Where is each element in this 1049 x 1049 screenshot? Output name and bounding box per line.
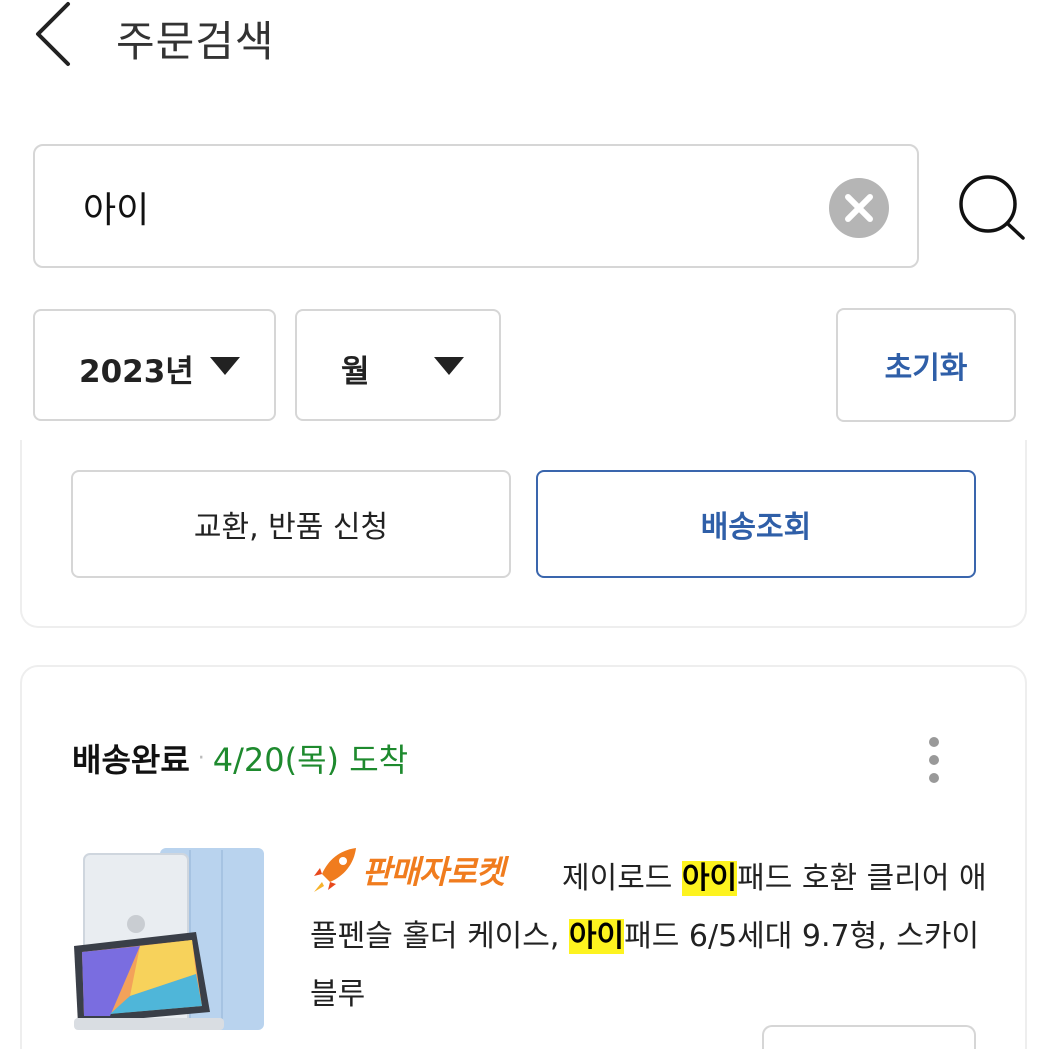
search-button[interactable] bbox=[950, 170, 1030, 246]
search-box bbox=[33, 144, 919, 268]
delivery-status: 배송완료 bbox=[72, 741, 190, 779]
separator-dot: · bbox=[197, 745, 205, 771]
month-select-label: 월 bbox=[341, 354, 370, 390]
header: 주문검색 bbox=[0, 0, 1049, 80]
product-name[interactable]: 제이로드 아이패드 호환 클리어 애플펜슬 홀더 케이스, 아이패드 6/5세대… bbox=[310, 850, 990, 1024]
reset-button[interactable]: 초기화 bbox=[836, 308, 1016, 422]
chevron-left-icon bbox=[36, 2, 70, 66]
month-select[interactable]: 월 bbox=[295, 309, 501, 421]
clear-search-button[interactable] bbox=[829, 178, 889, 238]
back-button[interactable] bbox=[28, 0, 84, 68]
arrival-date: 4/20(목) 도착 bbox=[212, 741, 409, 779]
year-select-label: 2023년 bbox=[79, 354, 194, 390]
more-vertical-icon bbox=[929, 737, 939, 747]
order-action-button[interactable] bbox=[762, 1025, 976, 1049]
search-highlight: 아이 bbox=[681, 861, 738, 896]
year-select[interactable]: 2023년 bbox=[33, 309, 276, 421]
search-icon bbox=[959, 175, 1025, 240]
close-icon bbox=[845, 194, 873, 222]
order-status-line: 배송완료 · 4/20(목) 도착 bbox=[72, 733, 408, 783]
exchange-return-button[interactable]: 교환, 반품 신청 bbox=[71, 470, 511, 578]
page-title: 주문검색 bbox=[116, 17, 275, 66]
search-input[interactable] bbox=[83, 176, 783, 238]
caret-down-icon bbox=[210, 357, 240, 375]
search-highlight: 아이 bbox=[568, 919, 625, 954]
product-image[interactable] bbox=[70, 846, 268, 1036]
caret-down-icon bbox=[434, 357, 464, 375]
ipad-case-image bbox=[74, 848, 264, 1030]
more-options-button[interactable] bbox=[914, 733, 954, 789]
track-delivery-button[interactable]: 배송조회 bbox=[536, 470, 976, 578]
